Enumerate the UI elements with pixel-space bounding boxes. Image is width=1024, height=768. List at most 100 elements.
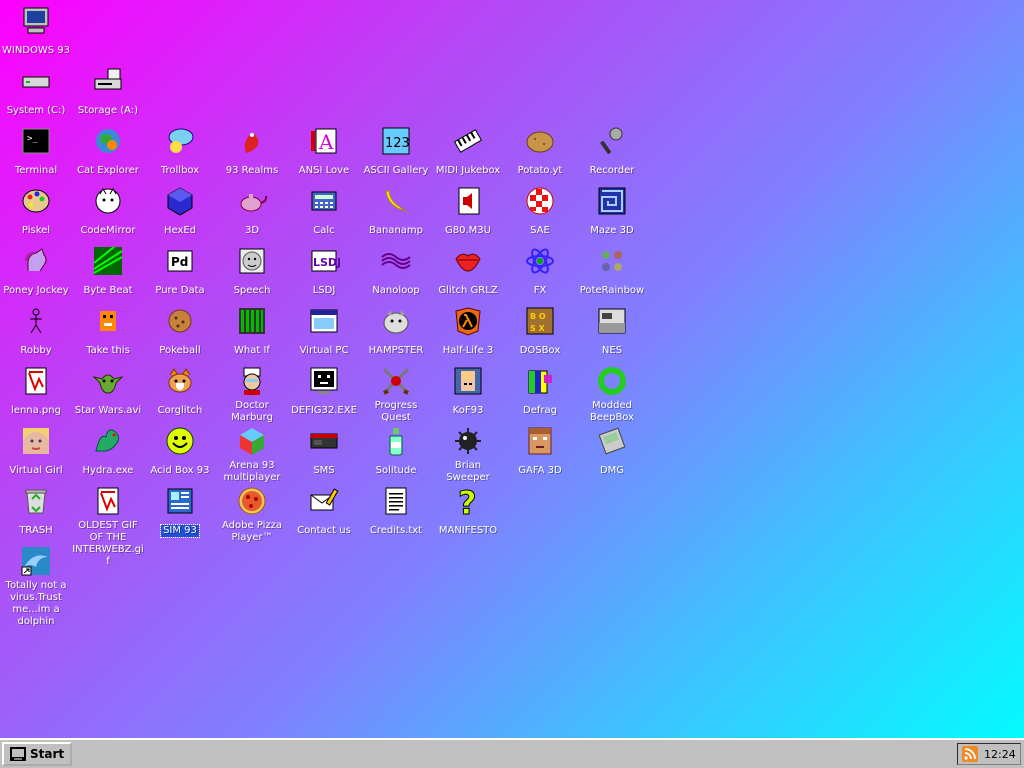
desktop-icon-half-life-3[interactable]: Half-Life 3	[432, 304, 504, 357]
desktop-icon-trollbox[interactable]: Trollbox	[144, 124, 216, 177]
desktop-icon-sim-93[interactable]: SIM 93	[144, 484, 216, 538]
wave-lines-icon	[379, 244, 413, 278]
desktop-icon-oldest-gif-of-the-interwebz-gif[interactable]: OLDEST GIF OF THE INTERWEBZ.gif	[72, 484, 144, 568]
desktop-icon-progress-quest[interactable]: Progress Quest	[360, 364, 432, 424]
svg-text:B O: B O	[530, 312, 546, 321]
desktop-icon-solitude[interactable]: Solitude	[360, 424, 432, 477]
desktop-icon-pure-data[interactable]: Pd Pure Data	[144, 244, 216, 297]
desktop-icon-modded-beepbox[interactable]: Modded BeepBox	[576, 364, 648, 424]
svg-text:Pd: Pd	[171, 255, 188, 269]
desktop-icon-g80-m3u[interactable]: G80.M3U	[432, 184, 504, 237]
pizza-icon	[235, 484, 269, 518]
desktop-icon-lsdj[interactable]: LSDJ LSDJ	[288, 244, 360, 297]
desktop-icon-contact-us[interactable]: Contact us	[288, 484, 360, 537]
desktop-icon-93-realms[interactable]: 93 Realms	[216, 124, 288, 177]
desktop-icon-trash[interactable]: TRASH	[0, 484, 72, 537]
desktop-icon-ascii-gallery[interactable]: 123 ASCII Gallery	[360, 124, 432, 177]
desktop-icon-nes[interactable]: NES	[576, 304, 648, 357]
image-file-icon	[91, 484, 125, 518]
desktop-icon-virtual-pc[interactable]: Virtual PC	[288, 304, 360, 357]
desktop-icon-label: GAFA 3D	[518, 465, 562, 476]
desktop-icon-defig32-exe[interactable]: DEFIG32.EXE	[288, 364, 360, 417]
desktop-icon-label: Brian Sweeper	[446, 460, 490, 483]
desktop-icon-gafa-3d[interactable]: GAFA 3D	[504, 424, 576, 477]
desktop-icon-manifesto[interactable]: ? MANIFESTO	[432, 484, 504, 537]
mine-icon	[451, 424, 485, 458]
computer-icon	[19, 4, 53, 38]
desktop-icon-brian-sweeper[interactable]: Brian Sweeper	[432, 424, 504, 484]
desktop-icon-virtual-girl[interactable]: Virtual Girl	[0, 424, 72, 477]
desktop-icon-windows-93[interactable]: WINDOWS 93	[0, 4, 72, 57]
desktop-icon-hexed[interactable]: HexEd	[144, 184, 216, 237]
desktop-icon-midi-jukebox[interactable]: MIDI Jukebox	[432, 124, 504, 177]
desktop-icon-speech[interactable]: Speech	[216, 244, 288, 297]
desktop-icon-doctor-marburg[interactable]: Doctor Marburg	[216, 364, 288, 424]
desktop-icon-defrag[interactable]: Defrag	[504, 364, 576, 417]
hydra-icon	[91, 424, 125, 458]
desktop-icon-calc[interactable]: Calc	[288, 184, 360, 237]
desktop-icon-label: Maze 3D	[590, 225, 634, 236]
book-icon	[163, 484, 197, 518]
desktop-icon-poterainbow[interactable]: PoteRainbow	[576, 244, 648, 297]
desktop-icon-dosbox[interactable]: B O S X DOSBox	[504, 304, 576, 357]
desktop-icon-piskel[interactable]: Piskel	[0, 184, 72, 237]
desktop-icon-poney-jockey[interactable]: Poney Jockey	[0, 244, 72, 297]
desktop-icon-bananamp[interactable]: Bananamp	[360, 184, 432, 237]
desktop-icon-label: Defrag	[523, 405, 557, 416]
desktop-icon-codemirror[interactable]: CodeMirror	[72, 184, 144, 237]
desktop-icon-adobe-pizza-player[interactable]: Adobe Pizza Player™	[216, 484, 288, 544]
text-file-icon	[379, 484, 413, 518]
desktop-icon-take-this[interactable]: Take this	[72, 304, 144, 357]
rss-feed-icon[interactable]	[962, 746, 978, 762]
desktop-icon-label: 93 Realms	[225, 165, 279, 176]
desktop-icon-label: DMG	[599, 465, 625, 476]
desktop-icon-label: Piskel	[21, 225, 51, 236]
desktop-icon-potato-yt[interactable]: Potato.yt	[504, 124, 576, 177]
start-button[interactable]: Start	[2, 742, 72, 766]
desktop-icon-label: Contact us	[297, 525, 351, 536]
desktop-icon-label: Virtual PC	[299, 345, 349, 356]
desktop-icon-robby[interactable]: Robby	[0, 304, 72, 357]
desktop-icon-corglitch[interactable]: Corglitch	[144, 364, 216, 417]
desktop-icon-ansi-love[interactable]: A ANSI Love	[288, 124, 360, 177]
desktop-icon-system-c[interactable]: System (C:)	[0, 64, 72, 117]
desktop-icon-cat-explorer[interactable]: Cat Explorer	[72, 124, 144, 177]
desktop-icon-dmg[interactable]: DMG	[576, 424, 648, 477]
lsdj-icon: LSDJ	[307, 244, 341, 278]
desktop-icon-star-wars-avi[interactable]: Star Wars.avi	[72, 364, 144, 417]
desktop-icon-kof93[interactable]: KoF93	[432, 364, 504, 417]
desktop-icon-sae[interactable]: SAE	[504, 184, 576, 237]
svg-text:LSDJ: LSDJ	[313, 256, 340, 269]
desktop-icon-maze-3d[interactable]: Maze 3D	[576, 184, 648, 237]
desktop-icon-recorder[interactable]: Recorder	[576, 124, 648, 177]
desktop-icon-byte-beat[interactable]: Byte Beat	[72, 244, 144, 297]
desktop-icon-lenna-png[interactable]: lenna.png	[0, 364, 72, 417]
desktop-icon-sms[interactable]: SMS	[288, 424, 360, 477]
desktop-icon-arena-93-multiplayer[interactable]: Arena 93 multiplayer	[216, 424, 288, 484]
desktop-icon-label: HexEd	[163, 225, 197, 236]
desktop-icon-acid-box-93[interactable]: Acid Box 93	[144, 424, 216, 477]
desktop-icon-label: What If	[234, 345, 270, 356]
desktop-icon-hampster[interactable]: HAMPSTER	[360, 304, 432, 357]
desktop-icon-label: SMS	[313, 465, 335, 476]
desktop-icon-hydra-exe[interactable]: Hydra.exe	[72, 424, 144, 477]
desktop-icon-credits-txt[interactable]: Credits.txt	[360, 484, 432, 537]
piano-keys-icon	[451, 124, 485, 158]
face-icon	[235, 244, 269, 278]
desktop-icon-totally-not-a-virus-trust-me-im-a-dolphin[interactable]: Totally not a virus.Trust me...im a dolp…	[0, 544, 72, 628]
desktop-icon-what-if[interactable]: What If	[216, 304, 288, 357]
desktop-icon-pokeball[interactable]: Pokeball	[144, 304, 216, 357]
defrag-icon	[523, 364, 557, 398]
desktop-icon-fx[interactable]: FX	[504, 244, 576, 297]
desktop-icon-3d[interactable]: 3D	[216, 184, 288, 237]
desktop-icon-storage-a[interactable]: Storage (A:)	[72, 64, 144, 117]
desktop-icon-label: lenna.png	[11, 405, 61, 416]
desktop-icon-label: FX	[533, 285, 547, 296]
desktop-icon-terminal[interactable]: >_ Terminal	[0, 124, 72, 177]
pony-icon	[19, 244, 53, 278]
clock[interactable]: 12:24	[984, 748, 1016, 761]
svg-text:>_: >_	[27, 134, 38, 144]
desktop-icon-nanoloop[interactable]: Nanoloop	[360, 244, 432, 297]
start-label: Start	[30, 747, 65, 761]
desktop-icon-glitch-grlz[interactable]: Glitch GRLZ	[432, 244, 504, 297]
